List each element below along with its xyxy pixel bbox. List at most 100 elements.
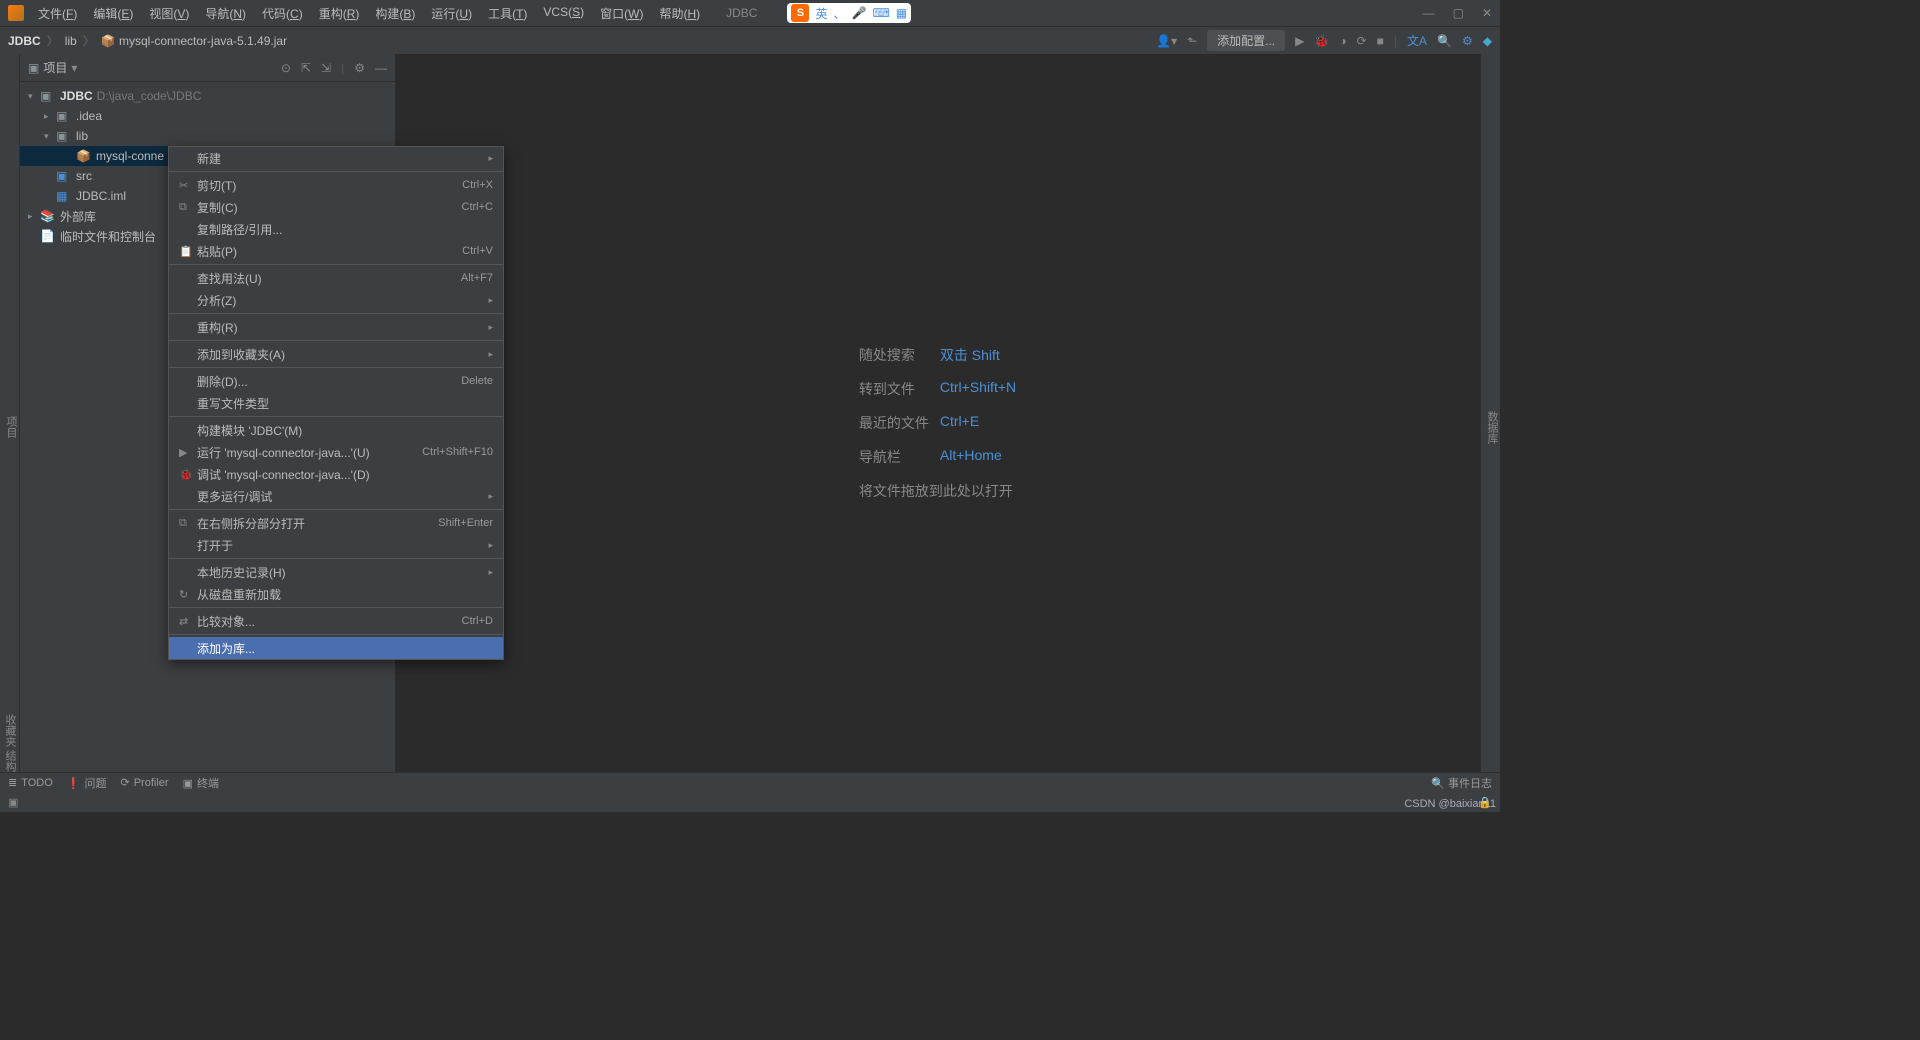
- add-configuration-button[interactable]: 添加配置...: [1207, 30, 1285, 51]
- left-tool-strip[interactable]: 项目: [0, 54, 20, 792]
- dropdown-icon[interactable]: ▾: [71, 61, 77, 75]
- jar-icon: 📦: [76, 149, 92, 163]
- hint-shortcut: Ctrl+Shift+N: [940, 379, 1016, 399]
- context-menu-item[interactable]: ⇄比较对象...Ctrl+D: [169, 610, 503, 632]
- context-menu-item[interactable]: ▶运行 'mysql-connector-java...'(U)Ctrl+Shi…: [169, 441, 503, 463]
- profile-icon[interactable]: ⟳: [1357, 34, 1367, 48]
- collapse-icon[interactable]: ⇲: [321, 61, 331, 75]
- chevron-down-icon[interactable]: ▾: [28, 91, 40, 102]
- bottom-tool-tab[interactable]: ≣TODO: [8, 776, 53, 789]
- context-menu-item[interactable]: 打开于▸: [169, 534, 503, 556]
- coverage-icon[interactable]: ◑: [1339, 34, 1346, 48]
- menu-separator: [169, 558, 503, 559]
- sidebar-title[interactable]: ▣ 项目 ▾: [28, 59, 77, 76]
- database-tool-tab[interactable]: 数据库: [1486, 411, 1498, 444]
- right-tool-strip[interactable]: 数据库: [1480, 54, 1500, 792]
- menu-item[interactable]: 代码(C): [256, 3, 309, 24]
- plugin-icon[interactable]: ◆: [1483, 34, 1492, 48]
- chevron-down-icon[interactable]: ▾: [44, 131, 56, 142]
- stop-icon[interactable]: ■: [1377, 34, 1384, 48]
- maximize-button[interactable]: ▢: [1453, 6, 1464, 20]
- search-icon[interactable]: 🔍: [1437, 34, 1452, 48]
- menu-item[interactable]: 运行(U): [425, 3, 478, 24]
- menu-item[interactable]: 文件(F): [32, 3, 83, 24]
- debug-icon[interactable]: 🐞: [1314, 34, 1329, 48]
- context-menu-item[interactable]: 重构(R)▸: [169, 316, 503, 338]
- context-menu-item[interactable]: 添加为库...: [169, 637, 503, 659]
- chevron-right-icon[interactable]: ▸: [44, 111, 56, 122]
- context-menu-item[interactable]: ⧉在右侧拆分部分打开Shift+Enter: [169, 512, 503, 534]
- context-menu-item[interactable]: 📋粘贴(P)Ctrl+V: [169, 240, 503, 262]
- event-log-tab[interactable]: 🔍 事件日志: [1431, 775, 1492, 791]
- context-menu-item[interactable]: 更多运行/调试▸: [169, 485, 503, 507]
- tool-window-icon[interactable]: ▣: [8, 796, 18, 809]
- context-menu-item[interactable]: 本地历史记录(H)▸: [169, 561, 503, 583]
- menu-item-shortcut: Ctrl+Shift+F10: [422, 446, 493, 458]
- context-menu-item[interactable]: 分析(Z)▸: [169, 289, 503, 311]
- build-icon[interactable]: ⬑: [1187, 34, 1197, 48]
- settings-icon[interactable]: ⚙: [1462, 34, 1473, 48]
- breadcrumb-item[interactable]: lib: [65, 34, 77, 48]
- run-icon[interactable]: ▶: [1295, 34, 1304, 48]
- scratch-icon: 📄: [40, 229, 56, 243]
- context-menu-item[interactable]: 查找用法(U)Alt+F7: [169, 267, 503, 289]
- breadcrumb-item[interactable]: 📦 mysql-connector-java-5.1.49.jar: [101, 34, 287, 48]
- tree-item-lib[interactable]: ▾ ▣ lib: [20, 126, 395, 146]
- menu-item[interactable]: 帮助(H): [653, 3, 706, 24]
- tree-root[interactable]: ▾ ▣ JDBC D:\java_code\JDBC: [20, 86, 395, 106]
- tree-item-idea[interactable]: ▸ ▣ .idea: [20, 106, 395, 126]
- menu-item-label: 从磁盘重新加载: [197, 586, 493, 603]
- breadcrumb-item[interactable]: JDBC: [8, 34, 41, 48]
- ime-logo: S: [791, 4, 809, 22]
- left-bottom-tabs[interactable]: 收藏夹 结构: [2, 714, 18, 772]
- bottom-tool-tab[interactable]: ❗问题: [67, 775, 107, 791]
- sidebar-title-text: 项目: [43, 59, 67, 76]
- context-menu-item[interactable]: 添加到收藏夹(A)▸: [169, 343, 503, 365]
- context-menu-item[interactable]: ↻从磁盘重新加载: [169, 583, 503, 605]
- context-menu-item[interactable]: 构建模块 'JDBC'(M): [169, 419, 503, 441]
- context-menu-item[interactable]: ✂剪切(T)Ctrl+X: [169, 174, 503, 196]
- menu-item[interactable]: 工具(T): [482, 3, 533, 24]
- menu-item-label: 新建: [197, 150, 488, 167]
- gear-icon[interactable]: ⚙: [354, 61, 365, 75]
- tree-label: JDBC: [60, 89, 93, 103]
- context-menu-item[interactable]: 新建▸: [169, 147, 503, 169]
- menu-item[interactable]: 导航(N): [199, 3, 252, 24]
- close-button[interactable]: ✕: [1482, 6, 1492, 20]
- bottom-tool-tab[interactable]: ⟳Profiler: [121, 776, 169, 789]
- folder-icon: ▣: [56, 129, 72, 143]
- context-menu-item[interactable]: 重写文件类型: [169, 392, 503, 414]
- project-tool-tab[interactable]: 项目: [5, 416, 17, 438]
- ime-indicator[interactable]: S 英 、 🎤 ⌨ ▦: [787, 3, 911, 23]
- keyboard-icon: ⌨: [872, 6, 889, 20]
- bottom-tool-tab[interactable]: ▣终端: [183, 775, 219, 791]
- grid-icon: ▦: [896, 6, 907, 20]
- menu-item[interactable]: 窗口(W): [594, 3, 649, 24]
- locate-icon[interactable]: ⊙: [281, 61, 291, 75]
- library-icon: 📚: [40, 209, 56, 223]
- chevron-right-icon: ▸: [488, 540, 493, 551]
- menu-item[interactable]: 编辑(E): [87, 3, 139, 24]
- hint-drag-text: 将文件拖放到此处以打开: [859, 481, 1016, 501]
- expand-icon[interactable]: ⇱: [301, 61, 311, 75]
- context-menu-item[interactable]: 🐞调试 'mysql-connector-java...'(D): [169, 463, 503, 485]
- hint-row: 随处搜索双击 Shift: [859, 345, 1016, 365]
- context-menu-item[interactable]: ⧉复制(C)Ctrl+C: [169, 196, 503, 218]
- context-menu-item[interactable]: 删除(D)...Delete: [169, 370, 503, 392]
- toolbar-right: 👤▾ ⬑ 添加配置... ▶ 🐞 ◑ ⟳ ■ | 文A 🔍 ⚙ ◆: [1156, 30, 1492, 51]
- window-controls: — ▢ ✕: [1423, 6, 1492, 20]
- menu-item[interactable]: 构建(B): [369, 3, 421, 24]
- hide-icon[interactable]: —: [375, 61, 387, 75]
- menu-item[interactable]: 重构(R): [313, 3, 366, 24]
- menu-separator: [169, 416, 503, 417]
- context-menu-item[interactable]: 复制路径/引用...: [169, 218, 503, 240]
- navigation-bar: JDBC〉lib〉📦 mysql-connector-java-5.1.49.j…: [0, 26, 1500, 54]
- minimize-button[interactable]: —: [1423, 6, 1435, 20]
- user-icon[interactable]: 👤▾: [1156, 34, 1177, 48]
- chevron-right-icon[interactable]: ▸: [28, 211, 40, 222]
- chevron-right-icon: ▸: [488, 153, 493, 164]
- menu-item[interactable]: 视图(V): [143, 3, 195, 24]
- menu-item[interactable]: VCS(S): [537, 3, 590, 24]
- translate-icon[interactable]: 文A: [1407, 32, 1427, 49]
- sidebar-header: ▣ 项目 ▾ ⊙ ⇱ ⇲ | ⚙ —: [20, 54, 395, 82]
